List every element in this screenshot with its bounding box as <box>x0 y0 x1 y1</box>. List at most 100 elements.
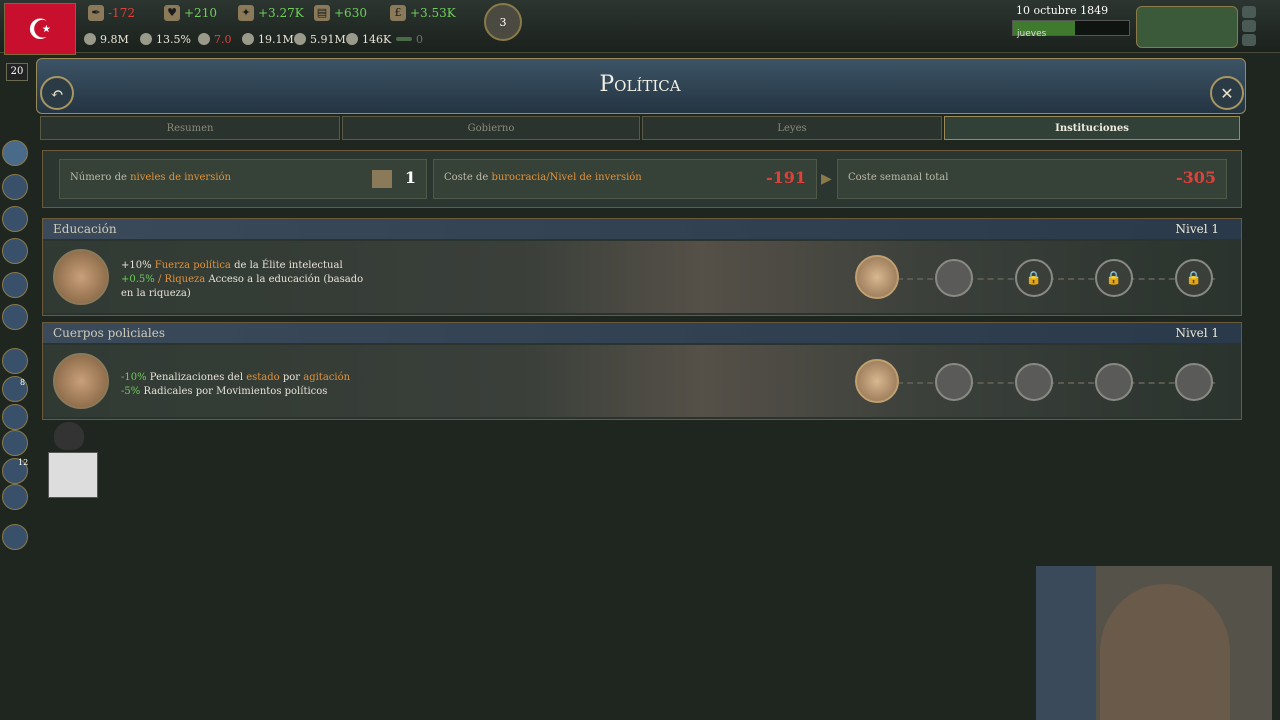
tab-label: Instituciones <box>1055 122 1129 134</box>
stat-radicals[interactable]: 5.91M <box>294 32 346 46</box>
stat-value: 7.0 <box>214 32 232 46</box>
effect-line: +10% Fuerza política de la Élite intelec… <box>121 259 371 273</box>
crescent-star-icon: ☪ <box>27 12 53 46</box>
cat-icon <box>54 422 84 450</box>
game-date: 10 octubre 1849 <box>1016 4 1109 17</box>
top-bar: ☪ ✒ -172 ♥ +210 ✦ +3.27K ▤ +630 £ +3.53K… <box>0 0 1280 55</box>
menu-icon[interactable] <box>1242 20 1256 32</box>
resource-money[interactable]: £ +3.53K <box>390 4 456 22</box>
investment-slots: 🔒 🔒 🔒 <box>855 255 1215 299</box>
effect-separator: / <box>157 274 162 285</box>
slot-level-2[interactable] <box>935 259 973 297</box>
game-speed-control[interactable] <box>1136 6 1238 48</box>
journal-icon[interactable] <box>2 430 28 456</box>
stat-gdp[interactable]: 9.8M <box>84 32 129 46</box>
lock-icon: 🔒 <box>1025 270 1043 286</box>
settings-icon[interactable] <box>1242 6 1256 18</box>
resource-authority[interactable]: ✒ -172 <box>88 4 135 22</box>
bureaucracy-cost-value: -191 <box>765 168 806 187</box>
stat-value: 146K <box>362 32 392 46</box>
effect-value: +0.5% <box>121 274 155 285</box>
help-icon[interactable] <box>1242 34 1256 46</box>
left-nav: 8 12 <box>0 60 30 560</box>
tab-label: Gobierno <box>467 122 515 134</box>
weekly-cost-box[interactable]: Coste semanal total -305 <box>837 159 1227 199</box>
bureaucracy-cost-box[interactable]: Coste de burocracia/Nivel de inversión -… <box>433 159 817 199</box>
budget-icon[interactable] <box>2 238 28 264</box>
slot-level-2[interactable] <box>935 363 973 401</box>
stat-goods[interactable]: 7.0 <box>198 32 232 46</box>
slot-level-1[interactable] <box>855 255 899 299</box>
label-highlight: Nivel de inversión <box>549 172 642 183</box>
slot-level-4[interactable]: 🔒 <box>1095 259 1133 297</box>
population-icon <box>242 33 254 45</box>
back-arrow-icon: ↶ <box>50 83 64 103</box>
close-button[interactable]: ✕ <box>1210 76 1244 110</box>
map-mode-icon[interactable] <box>2 484 28 510</box>
resource-influence[interactable]: ♥ +210 <box>164 4 217 22</box>
nav-count: 12 <box>18 458 29 467</box>
resource-legitimacy[interactable]: ✦ +3.27K <box>238 4 304 22</box>
stat-literacy[interactable]: 13.5% <box>140 32 191 46</box>
effect-value: -10% <box>121 372 147 383</box>
stat-population[interactable]: 19.1M <box>242 32 294 46</box>
stat-loyalists[interactable]: 146K <box>346 32 391 46</box>
slot-level-3[interactable]: 🔒 <box>1015 259 1053 297</box>
slot-level-1[interactable] <box>855 359 899 403</box>
book-icon[interactable] <box>53 249 109 305</box>
effect-line: -10% Penalizaciones del estado por agita… <box>121 371 421 385</box>
bureaucracy-icon: ▤ <box>314 5 330 21</box>
resource-value: +630 <box>334 6 367 20</box>
institution-building-icon <box>372 170 392 188</box>
diplomacy-icon[interactable] <box>2 304 28 330</box>
nav-count: 8 <box>20 378 26 387</box>
weekday: jueves <box>1017 29 1047 39</box>
technology-icon[interactable] <box>2 404 28 430</box>
label-highlight: niveles de inversión <box>130 172 231 183</box>
institution-name: Cuerpos policiales <box>53 326 166 340</box>
resource-bureaucracy[interactable]: ▤ +630 <box>314 4 367 22</box>
tab-instituciones[interactable]: Instituciones <box>944 116 1240 140</box>
effect-line: -5% Radicales por Movimientos políticos <box>121 385 421 399</box>
police-cap-icon[interactable] <box>53 353 109 409</box>
cat-mug-overlay <box>38 422 122 500</box>
investment-levels-value: 1 <box>404 168 416 187</box>
slot-level-5[interactable] <box>1175 363 1213 401</box>
military-icon[interactable] <box>2 174 28 200</box>
literacy-icon <box>140 33 152 45</box>
weekly-cost-label: Coste semanal total <box>848 172 949 183</box>
back-button[interactable]: ↶ <box>40 76 74 110</box>
slot-level-4[interactable] <box>1095 363 1133 401</box>
tab-gobierno[interactable]: Gobierno <box>342 116 640 140</box>
money-icon: £ <box>390 5 406 21</box>
alerts-button[interactable]: 3 <box>484 3 522 41</box>
globe-icon[interactable] <box>2 524 28 550</box>
stat-balance[interactable]: 0 <box>396 32 423 46</box>
country-flag[interactable]: ☪ <box>4 3 76 55</box>
label-text: Número de <box>70 172 127 183</box>
resource-value: -172 <box>108 6 135 20</box>
slot-level-5[interactable]: 🔒 <box>1175 259 1213 297</box>
institution-police: Cuerpos policiales Nivel 1 -10% Penaliza… <box>42 322 1242 420</box>
investment-levels-box[interactable]: Número de niveles de inversión 1 <box>59 159 427 199</box>
slot-level-3[interactable] <box>1015 363 1053 401</box>
streamer-avatar <box>1100 584 1230 720</box>
goods-icon <box>198 33 210 45</box>
influence-icon: ♥ <box>164 5 180 21</box>
balance-icon <box>396 37 412 41</box>
effect-value: +10% <box>121 260 152 271</box>
page-title: Política <box>599 72 681 97</box>
politics-icon[interactable] <box>2 140 28 166</box>
tab-leyes[interactable]: Leyes <box>642 116 942 140</box>
institution-education: Educación Nivel 1 +10% Fuerza política d… <box>42 218 1242 316</box>
stat-value: 19.1M <box>258 32 294 46</box>
tab-resumen[interactable]: Resumen <box>40 116 340 140</box>
trade-icon[interactable] <box>2 272 28 298</box>
close-icon: ✕ <box>1220 83 1234 103</box>
stat-value: 0 <box>416 32 423 46</box>
effect-highlight: estado <box>246 372 280 383</box>
legitimacy-icon: ✦ <box>238 5 254 21</box>
bureaucracy-cost-label: Coste de burocracia/Nivel de inversión <box>444 172 642 183</box>
buildings-icon[interactable] <box>2 206 28 232</box>
market-icon[interactable] <box>2 348 28 374</box>
